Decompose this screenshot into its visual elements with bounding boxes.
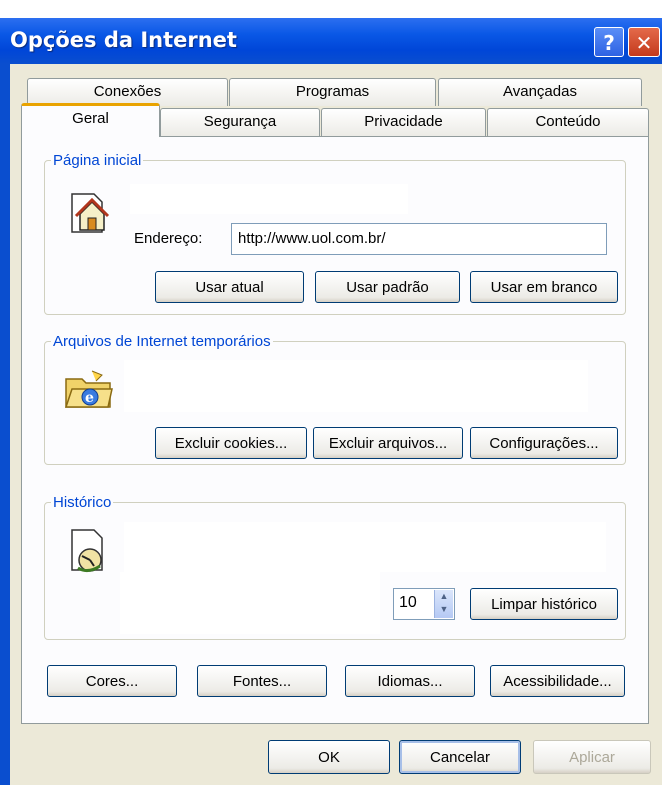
internet-options-window: Opções da Internet ? ✕ Conexões Programa… bbox=[0, 0, 662, 785]
window-title: Opções da Internet bbox=[10, 28, 237, 52]
close-button[interactable]: ✕ bbox=[628, 27, 660, 57]
colors-button[interactable]: Cores... bbox=[47, 665, 177, 697]
settings-button[interactable]: Configurações... bbox=[470, 427, 618, 459]
tab-conexoes[interactable]: Conexões bbox=[27, 78, 228, 106]
history-description-area bbox=[124, 522, 606, 572]
history-days-value: 10 bbox=[399, 594, 417, 611]
tab-avancadas[interactable]: Avançadas bbox=[438, 78, 642, 106]
languages-button[interactable]: Idiomas... bbox=[345, 665, 475, 697]
ie-folder-icon: e bbox=[64, 370, 113, 408]
delete-files-button[interactable]: Excluir arquivos... bbox=[313, 427, 463, 459]
address-input[interactable]: http://www.uol.com.br/ bbox=[231, 223, 607, 255]
tab-geral[interactable]: Geral bbox=[21, 103, 160, 137]
tab-seguranca[interactable]: Segurança bbox=[160, 108, 320, 136]
history-clock-icon bbox=[71, 529, 103, 573]
title-bar[interactable]: Opções da Internet ? ✕ bbox=[0, 18, 662, 64]
history-legend: Histórico bbox=[53, 494, 112, 511]
accessibility-button[interactable]: Acessibilidade... bbox=[490, 665, 625, 697]
use-current-button[interactable]: Usar atual bbox=[155, 271, 304, 303]
stepper-arrows-icon[interactable]: ▲ ▼ bbox=[434, 590, 453, 618]
temp-files-legend: Arquivos de Internet temporários bbox=[53, 333, 271, 350]
tab-privacidade[interactable]: Privacidade bbox=[321, 108, 486, 136]
apply-button[interactable]: Aplicar bbox=[533, 740, 651, 774]
window-border-left bbox=[0, 64, 10, 785]
fonts-button[interactable]: Fontes... bbox=[197, 665, 327, 697]
clear-history-button[interactable]: Limpar histórico bbox=[470, 588, 618, 620]
history-days-description-area bbox=[120, 572, 380, 634]
svg-text:e: e bbox=[85, 390, 94, 406]
tab-programas[interactable]: Programas bbox=[229, 78, 436, 106]
delete-cookies-button[interactable]: Excluir cookies... bbox=[155, 427, 307, 459]
use-blank-button[interactable]: Usar em branco bbox=[470, 271, 618, 303]
home-page-icon bbox=[71, 193, 110, 233]
home-page-legend: Página inicial bbox=[53, 152, 142, 169]
temp-files-description-area bbox=[124, 360, 588, 412]
cancel-button[interactable]: Cancelar bbox=[399, 740, 521, 774]
home-description-area bbox=[130, 184, 408, 214]
ok-button[interactable]: OK bbox=[268, 740, 390, 774]
use-default-button[interactable]: Usar padrão bbox=[315, 271, 460, 303]
address-label: Endereço: bbox=[134, 230, 203, 247]
tab-conteudo[interactable]: Conteúdo bbox=[487, 108, 649, 136]
help-button[interactable]: ? bbox=[594, 27, 624, 57]
history-days-stepper[interactable]: 10 ▲ ▼ bbox=[393, 588, 455, 620]
